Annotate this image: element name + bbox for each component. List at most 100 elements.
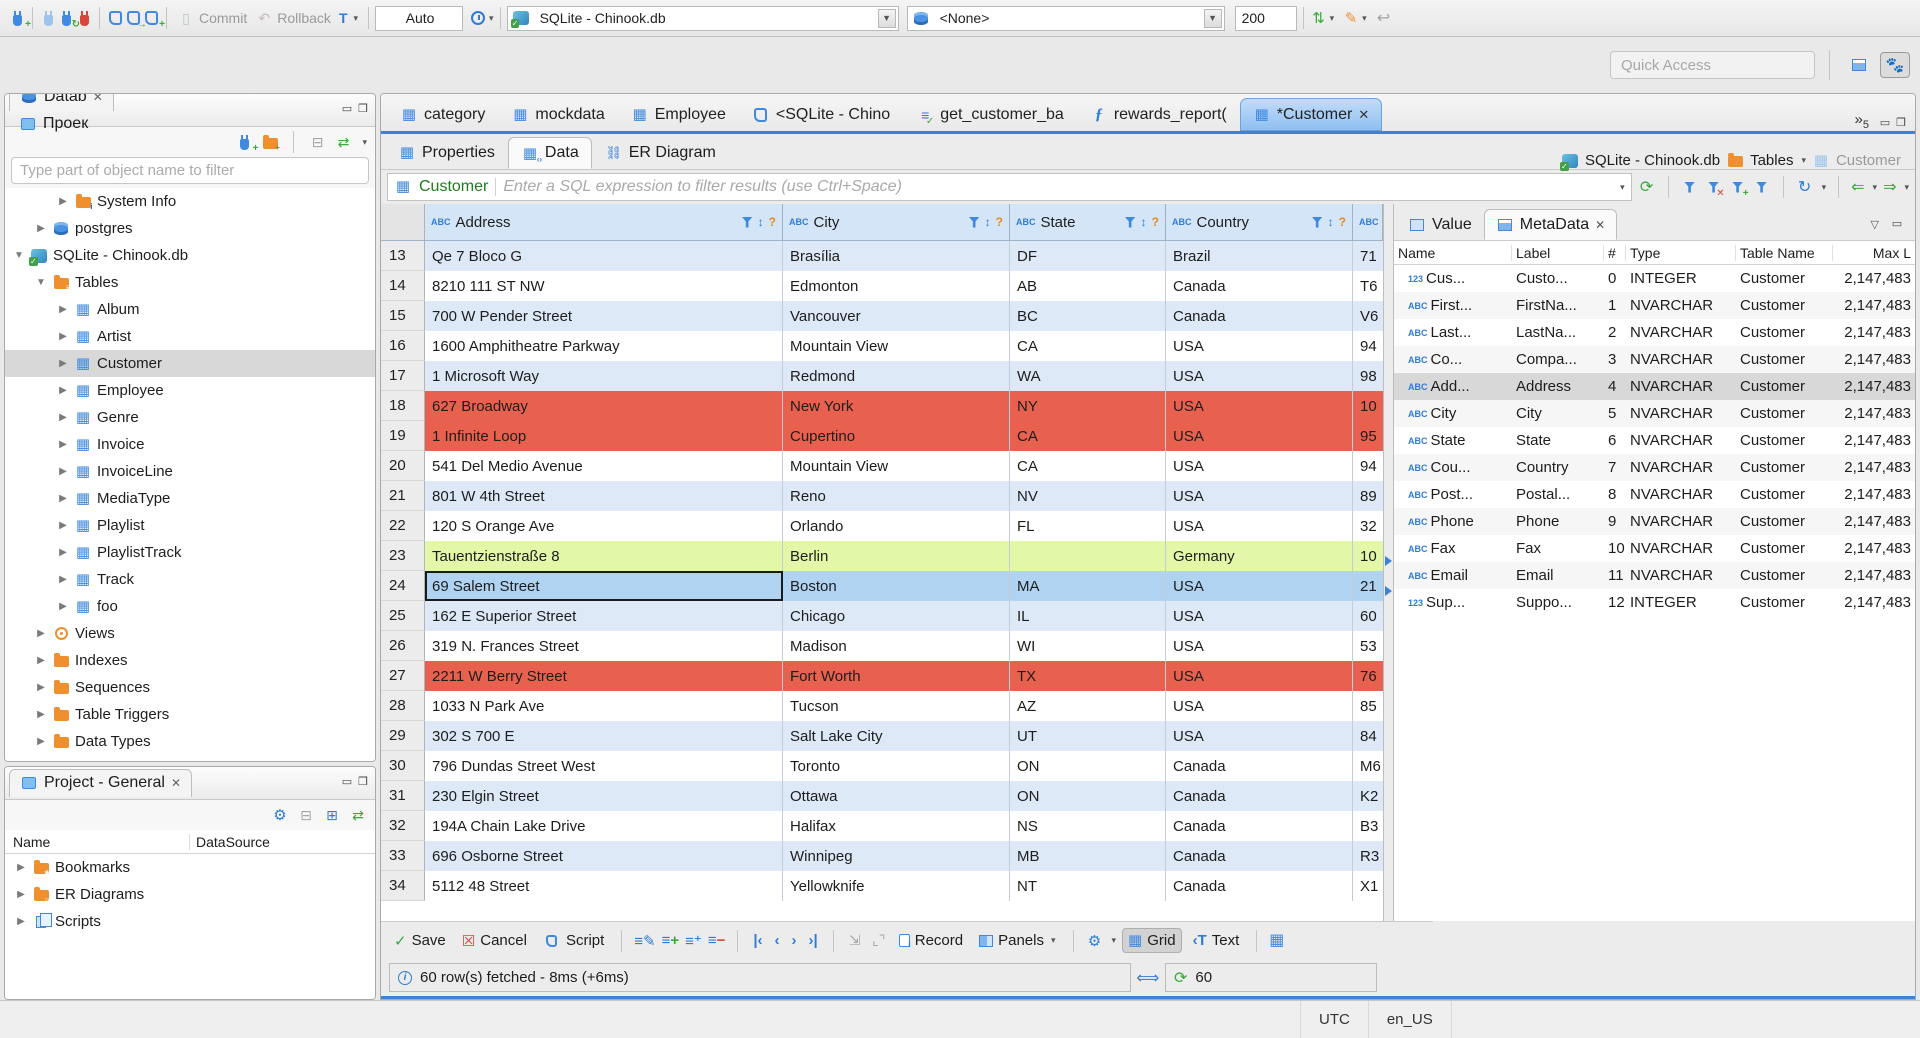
gear-icon[interactable]: ⚙ (1086, 933, 1104, 950)
cell-country[interactable]: Canada (1166, 841, 1353, 871)
breadcrumb-connection[interactable]: SQLite - Chinook.db (1585, 152, 1720, 169)
cell-postalcode[interactable]: 98 (1353, 361, 1383, 391)
cell-city[interactable]: Toronto (783, 751, 1010, 781)
column-header-table-name[interactable]: Table Name (1736, 244, 1833, 261)
editor-tab[interactable]: ▦ *Customer ✕ (1239, 98, 1383, 131)
sql-editor-new-icon[interactable]: + (142, 10, 165, 30)
cell-address[interactable]: 5112 48 Street (425, 871, 783, 901)
minimize-button[interactable]: ▭ (1877, 117, 1893, 131)
schema-dropdown-button[interactable]: ▼ (1203, 8, 1222, 28)
cell-city[interactable]: Cupertino (783, 421, 1010, 451)
row-number[interactable]: 32 (381, 811, 425, 841)
tree-item[interactable]: ▦ Album (5, 296, 375, 323)
cell-postalcode[interactable]: 94 (1353, 451, 1383, 481)
row-number[interactable]: 25 (381, 601, 425, 631)
gear-caret[interactable]: ▾ (1112, 935, 1117, 946)
cell-state[interactable]: NV (1010, 481, 1166, 511)
cell-postalcode[interactable]: 10 (1353, 541, 1383, 571)
sql-editor-recent-icon[interactable]: → (124, 10, 147, 30)
commit-mode-select[interactable]: Auto (375, 5, 464, 31)
expand-arrow-icon[interactable] (15, 889, 27, 900)
expand-arrow-icon[interactable] (57, 304, 69, 315)
editor-tab[interactable]: ▦ Employee ✕ (618, 98, 739, 131)
cell-address[interactable]: 1 Microsoft Way (425, 361, 783, 391)
cell-address[interactable]: 1600 Amphitheatre Parkway (425, 331, 783, 361)
transaction-log-icon[interactable] (469, 10, 487, 26)
cell-city[interactable]: Fort Worth (783, 661, 1010, 691)
connection-select[interactable]: SQLite - Chinook.db ▼ (506, 5, 899, 31)
sql-editor-icon[interactable] (106, 10, 124, 26)
row-number[interactable]: 30 (381, 751, 425, 781)
metadata-row[interactable]: ABC Add... Address 4 NVARCHAR Customer 2,… (1394, 373, 1915, 400)
cell-address[interactable]: Qe 7 Bloco G (425, 241, 783, 271)
column-info-icon[interactable]: ? (1339, 215, 1346, 229)
close-icon[interactable]: ✕ (171, 776, 181, 790)
grid-view-button[interactable]: ▦ Grid (1122, 928, 1182, 953)
row-number[interactable]: 33 (381, 841, 425, 871)
row-number[interactable]: 21 (381, 481, 425, 511)
cell-address[interactable]: 801 W 4th Street (425, 481, 783, 511)
expand-arrow-icon[interactable] (57, 574, 69, 585)
editor-subtab[interactable]: ▦ Properties (385, 137, 508, 169)
timezone-indicator[interactable]: UTC (1300, 1001, 1368, 1038)
format-icon[interactable]: ✎ (1342, 10, 1360, 27)
tree-item[interactable]: ▦ MediaType (5, 485, 375, 512)
cell-address[interactable]: Tauentzienstraße 8 (425, 541, 783, 571)
cancel-button[interactable]: ☒ Cancel (457, 929, 532, 953)
row-number[interactable]: 14 (381, 271, 425, 301)
cell-address[interactable]: 302 S 700 E (425, 721, 783, 751)
expand-arrow-icon[interactable] (35, 736, 47, 747)
cell-country[interactable]: Brazil (1166, 241, 1353, 271)
editor-tab[interactable]: <SQLite - Chino ✕ (739, 98, 903, 131)
cell-postalcode[interactable]: 84 (1353, 721, 1383, 751)
project-item[interactable]: ★ Bookmarks (5, 854, 375, 881)
connect-icon[interactable] (39, 10, 57, 26)
refresh-icon[interactable]: ⟳ (1638, 179, 1656, 196)
breadcrumb-caret[interactable]: ▾ (1801, 155, 1806, 166)
cell-postalcode[interactable]: X1 (1353, 871, 1383, 901)
breadcrumb-table[interactable]: Customer (1836, 152, 1901, 169)
cell-country[interactable]: USA (1166, 421, 1353, 451)
cell-state[interactable]: UT (1010, 721, 1166, 751)
tree-item[interactable]: postgres (5, 215, 375, 242)
row-number[interactable]: 27 (381, 661, 425, 691)
calc-panel-icon[interactable]: ▦ (1269, 932, 1284, 948)
expand-arrow-icon[interactable] (57, 493, 69, 504)
cell-country[interactable]: Canada (1166, 301, 1353, 331)
commit-button[interactable]: ▯ Commit (173, 8, 251, 28)
row-number[interactable]: 26 (381, 631, 425, 661)
sort-icon[interactable]: ↕ (758, 215, 764, 229)
maximize-button[interactable]: ❒ (1893, 117, 1909, 131)
cell-country[interactable]: USA (1166, 481, 1353, 511)
editor-subtab[interactable]: ⛓ ER Diagram (592, 137, 729, 169)
refresh-icon[interactable]: ⟳ (1174, 968, 1187, 988)
cell-state[interactable] (1010, 541, 1166, 571)
cell-country[interactable]: Canada (1166, 751, 1353, 781)
cell-country[interactable]: USA (1166, 511, 1353, 541)
column-header-city[interactable]: ABC City ↕? (783, 204, 1010, 240)
cell-postalcode[interactable]: 10 (1353, 391, 1383, 421)
cell-state[interactable]: DF (1010, 241, 1166, 271)
tree-item[interactable]: ▦ Employee (5, 377, 375, 404)
metadata-row[interactable]: ABC State State 6 NVARCHAR Customer 2,147… (1394, 427, 1915, 454)
row-number[interactable]: 22 (381, 511, 425, 541)
row-number[interactable]: 18 (381, 391, 425, 421)
cell-address[interactable]: 230 Elgin Street (425, 781, 783, 811)
cell-postalcode[interactable]: B3 (1353, 811, 1383, 841)
minimize-button[interactable]: ▭ (1889, 218, 1905, 232)
tree-item[interactable]: Data Types (5, 728, 375, 755)
metadata-row[interactable]: ABC Phone Phone 9 NVARCHAR Customer 2,147… (1394, 508, 1915, 535)
expand-arrow-icon[interactable] (57, 520, 69, 531)
expand-arrow-icon[interactable] (15, 862, 27, 873)
cell-city[interactable]: Ottawa (783, 781, 1010, 811)
open-perspective-icon[interactable] (1844, 52, 1874, 78)
panels-button[interactable]: Panels ▾ (974, 929, 1060, 952)
project-item[interactable]: Scripts (5, 908, 375, 935)
row-number[interactable]: 19 (381, 421, 425, 451)
cell-city[interactable]: Redmond (783, 361, 1010, 391)
format-caret[interactable]: ▾ (1362, 13, 1367, 24)
reconnect-icon[interactable]: ↻ (57, 10, 80, 30)
add-row-icon[interactable]: ≡+ (662, 932, 680, 949)
link-with-editor-icon[interactable]: ⇄ (349, 807, 367, 823)
expand-arrow-icon[interactable] (35, 655, 47, 666)
